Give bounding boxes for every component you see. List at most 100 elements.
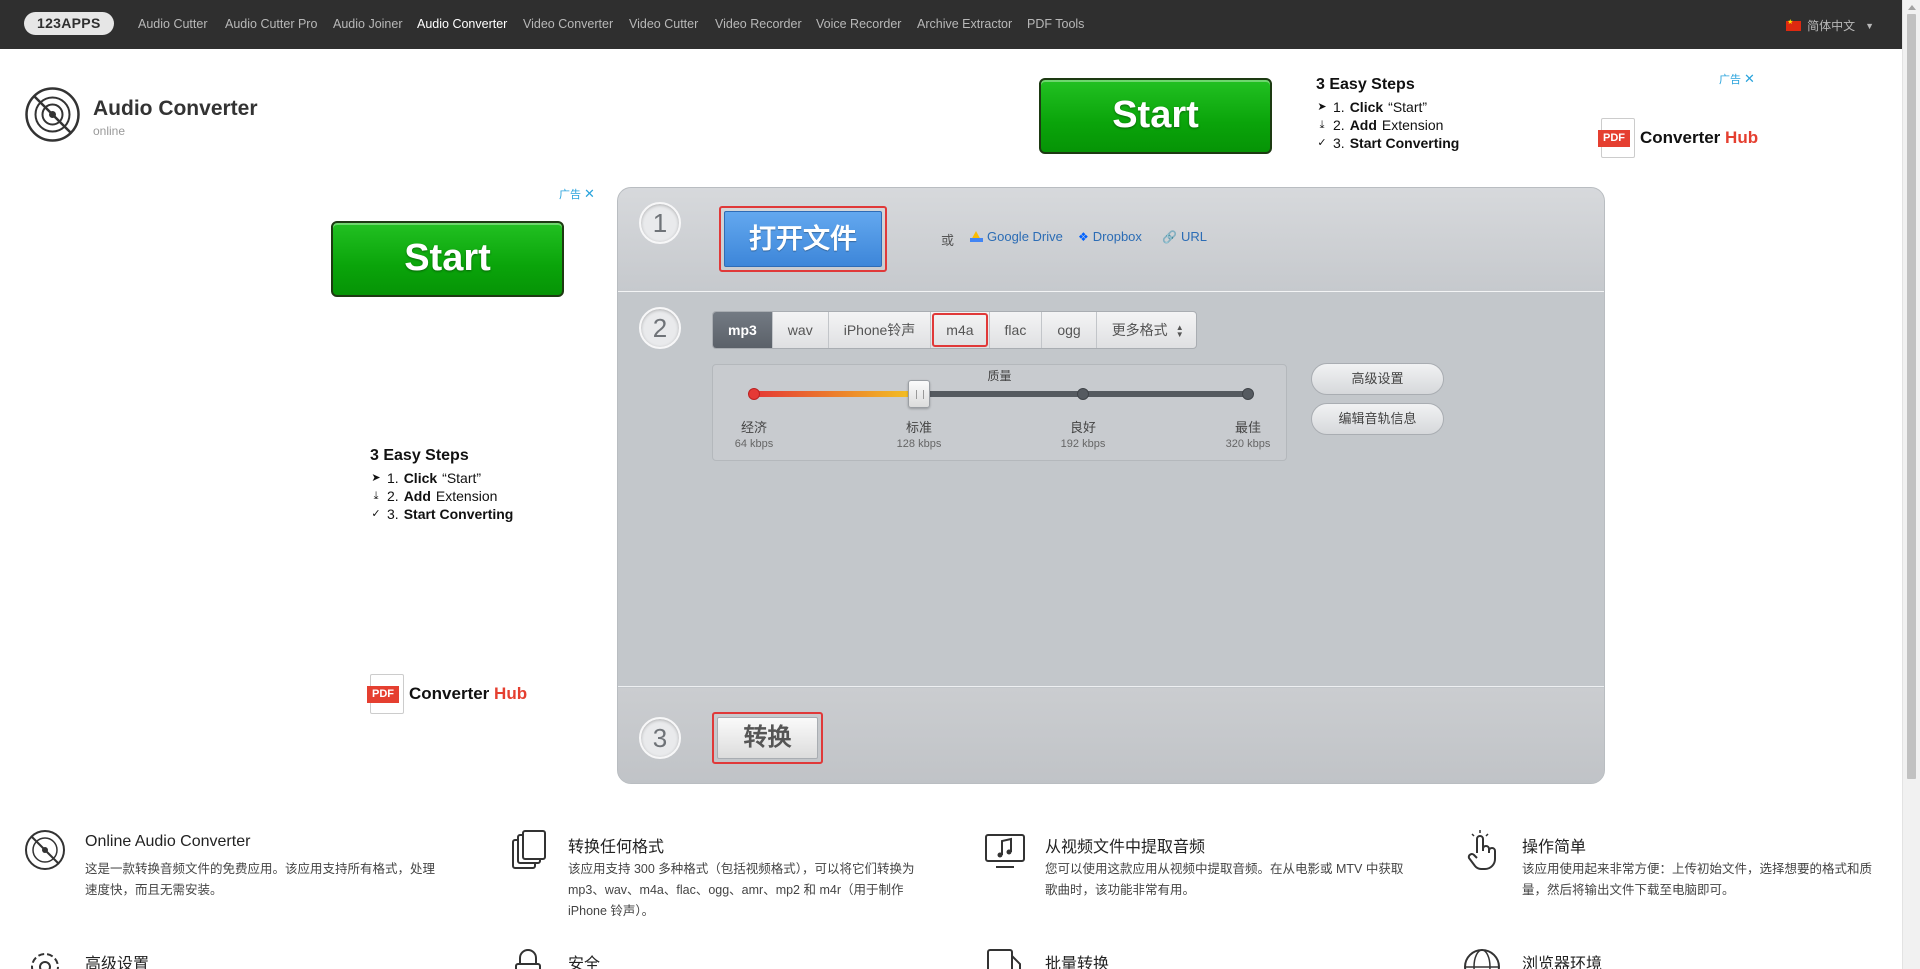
convert-label: 转换 [717, 717, 818, 759]
ad-step-1: ➤ 1. Click “Start” [371, 470, 482, 486]
nav-item-archive-extractor[interactable]: Archive Extractor [917, 17, 1012, 31]
dropbox-link[interactable]: ❖ Dropbox [1078, 229, 1142, 244]
gear-icon [31, 953, 59, 969]
google-drive-link[interactable]: Google Drive [970, 229, 1063, 244]
ad-badge-top[interactable]: 广告 ✕ [1719, 71, 1755, 87]
nav-item-video-converter[interactable]: Video Converter [523, 17, 613, 31]
nav-item-video-cutter[interactable]: Video Cutter [629, 17, 698, 31]
feature-title: 高级设置 [85, 956, 150, 969]
format-more-select[interactable]: 更多格式 ▲ ▼ [1097, 312, 1196, 348]
quality-label-good: 良好 [1069, 420, 1096, 435]
quality-kbps-320: 320 kbps [1225, 438, 1271, 450]
ad-step-3: ✓ 3. Start Converting [371, 506, 514, 522]
format-tab-m4a[interactable]: m4a [931, 312, 990, 348]
check-circle-icon: ✓ [1317, 137, 1327, 149]
ad-step-1: ➤ 1. Click “Start” [1317, 99, 1428, 115]
nav-item-audio-converter[interactable]: Audio Converter [417, 17, 507, 31]
ad-badge-left[interactable]: 广告 ✕ [559, 186, 595, 202]
link-icon: 🔗 [1162, 229, 1177, 244]
url-link[interactable]: 🔗 URL [1162, 229, 1207, 244]
pdf-document-icon: PDF [1598, 118, 1635, 158]
ad-step-2: ⤓ 2. Add Extension [1316, 116, 1459, 134]
nav-item-pdf-tools[interactable]: PDF Tools [1027, 17, 1084, 31]
hub-brand-text: Converter Hub [1640, 128, 1759, 147]
ad-steps-title: 3 Easy Steps [1316, 76, 1415, 93]
brand-logo[interactable]: 123APPS [24, 12, 114, 35]
feature-description: 该应用使用起来非常方便：上传初始文件，选择想要的格式和质量，然后将输出文件下载至… [1522, 862, 1873, 897]
scroll-thumb[interactable] [1907, 14, 1916, 779]
feature-title: 浏览器环境 [1522, 956, 1603, 969]
language-label: 简体中文 [1807, 19, 1856, 33]
feature-title: 操作简单 [1522, 839, 1587, 856]
step-1-section: 1 打开文件 或 Google Drive ❖ Dropbox 🔗 URL [618, 188, 1604, 292]
feature-title: 批量转换 [1045, 956, 1110, 969]
ad-step-3: ✓ 3. Start Converting [1317, 135, 1460, 151]
feature-description: 该应用支持 300 多种格式（包括视频格式），可以将它们转换为 mp3、wav、… [568, 862, 915, 918]
dropbox-icon: ❖ [1078, 229, 1089, 244]
feature-title: 从视频文件中提取音频 [1045, 839, 1206, 856]
quality-slider-fill [754, 391, 919, 397]
step-number-3: 3 [639, 717, 681, 759]
close-icon[interactable]: ✕ [1744, 71, 1755, 87]
disc-icon [25, 830, 65, 870]
scroll-up-arrow-icon[interactable] [1908, 5, 1916, 10]
hand-pointer-icon [1467, 830, 1496, 870]
format-tab-wav[interactable]: wav [773, 312, 829, 348]
nav-item-audio-joiner[interactable]: Audio Joiner [333, 17, 403, 31]
quality-stop-320[interactable] [1242, 388, 1254, 400]
step-3-section: 3 转换 [618, 688, 1604, 783]
download-icon: ⤓ [1319, 119, 1325, 131]
quality-kbps-128: 128 kbps [896, 438, 942, 450]
format-tab-iphone-ringtone[interactable]: iPhone铃声 [829, 312, 932, 348]
feature-title: 安全 [568, 956, 601, 969]
nav-item-audio-cutter-pro[interactable]: Audio Cutter Pro [225, 17, 317, 31]
check-circle-icon: ✓ [371, 508, 381, 520]
cursor-icon: ➤ [1317, 101, 1327, 113]
hub-brand-text: Converter Hub [409, 684, 528, 703]
quality-stop-192[interactable] [1077, 388, 1090, 400]
nav-item-voice-recorder[interactable]: Voice Recorder [816, 17, 901, 31]
chevron-down-icon: ▼ [1865, 20, 1874, 31]
china-flag-icon [1786, 18, 1802, 31]
feature-description: 您可以使用这款应用从视频中提取音频。在从电影或 MTV 中获取歌曲时，该功能非常… [1045, 862, 1404, 897]
edit-track-info-button[interactable]: 编辑音轨信息 [1311, 403, 1444, 435]
open-file-button[interactable]: 打开文件 [719, 206, 887, 272]
top-navigation: 123APPS Audio Cutter Audio Cutter Pro Au… [0, 0, 1902, 49]
pdf-document-icon: PDF [367, 674, 404, 714]
quality-stop-64[interactable] [748, 388, 760, 400]
open-file-label: 打开文件 [724, 211, 882, 267]
close-icon[interactable]: ✕ [584, 186, 595, 202]
step-number-2: 2 [639, 307, 681, 349]
quality-slider-track[interactable] [748, 380, 1254, 408]
feature-title: 转换任何格式 [568, 839, 665, 856]
google-drive-icon [970, 231, 983, 242]
format-tab-ogg[interactable]: ogg [1042, 312, 1097, 348]
format-tab-mp3[interactable]: mp3 [713, 312, 773, 348]
batch-icon [987, 949, 1021, 969]
ad-start-button-top[interactable]: Start [1039, 78, 1272, 154]
ad-converter-hub-top[interactable]: PDF Converter Hub [1598, 118, 1759, 158]
ad-steps-title: 3 Easy Steps [370, 447, 469, 464]
nav-item-audio-cutter[interactable]: Audio Cutter [138, 17, 207, 31]
or-separator: 或 [941, 233, 955, 248]
audio-converter-logo-icon [25, 87, 80, 142]
convert-button[interactable]: 转换 [712, 712, 823, 764]
globe-icon [1464, 949, 1500, 969]
feature-description: 这是一款转换音频文件的免费应用。该应用支持所有格式，处理速度快，而且无需安装。 [85, 862, 436, 897]
step-2-section: 2 mp3 wav iPhone铃声 m4a flac ogg 更多格式 ▲ ▼ … [618, 293, 1604, 687]
ad-steps-left: 3 Easy Steps ➤ 1. Click “Start” ⤓ 2. Add Exten… [370, 447, 513, 523]
page-scrollbar[interactable] [1902, 0, 1920, 969]
ad-start-button-left[interactable]: Start [331, 221, 564, 297]
quality-label-standard: 标准 [905, 420, 932, 435]
format-tab-flac[interactable]: flac [990, 312, 1043, 348]
nav-item-video-recorder[interactable]: Video Recorder [715, 17, 802, 31]
advanced-settings-button[interactable]: 高级设置 [1311, 363, 1444, 395]
format-tabs: mp3 wav iPhone铃声 m4a flac ogg 更多格式 ▲ ▼ [712, 311, 1197, 349]
language-selector[interactable]: 简体中文 ▼ [1786, 17, 1874, 34]
quality-slider-thumb[interactable] [907, 380, 930, 408]
video-music-icon [985, 834, 1025, 868]
ad-converter-hub-left[interactable]: PDF Converter Hub [367, 674, 528, 714]
sort-arrows-icon: ▲ ▼ [1175, 323, 1184, 339]
feature-title: Online Audio Converter [85, 833, 251, 850]
quality-kbps-192: 192 kbps [1060, 438, 1106, 450]
